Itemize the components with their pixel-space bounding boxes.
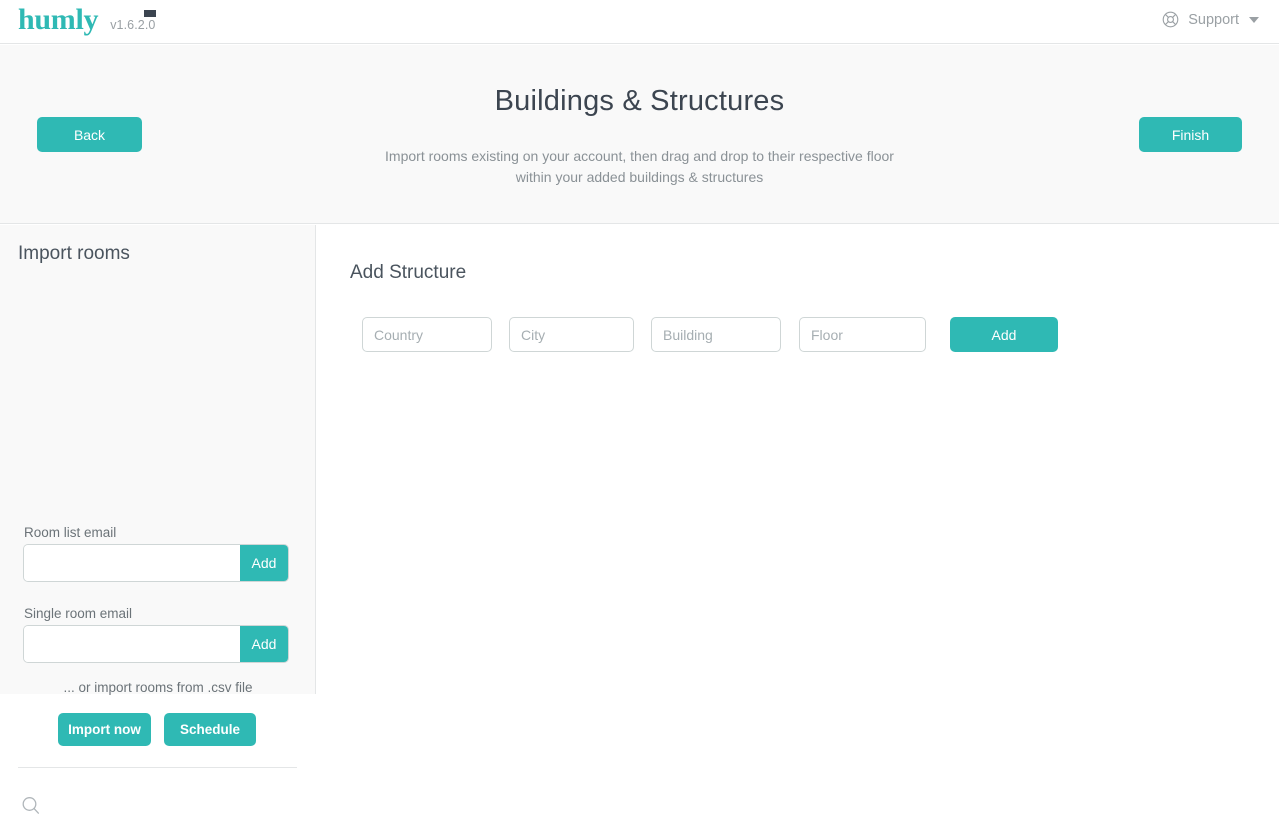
lifebuoy-icon	[1161, 10, 1180, 29]
support-label: Support	[1188, 11, 1239, 28]
add-structure-button[interactable]: Add	[950, 317, 1058, 352]
page-header-band: Back Buildings & Structures Import rooms…	[0, 45, 1279, 224]
single-room-email-group: Add	[24, 626, 288, 662]
page-subtitle: Import rooms existing on your account, t…	[0, 146, 1279, 188]
main-content: Add Structure Add	[317, 225, 1279, 694]
sidebar-title: Import rooms	[18, 243, 130, 264]
sidebar-divider	[18, 767, 297, 768]
page-title: Buildings & Structures	[494, 85, 785, 117]
single-room-email-input[interactable]	[24, 626, 240, 662]
logo-text: humly	[18, 3, 99, 36]
csv-import-note: ... or import rooms from .csv file	[63, 680, 253, 695]
room-list-email-label: Room list email	[24, 525, 117, 540]
support-menu[interactable]: Support	[1161, 10, 1259, 29]
finish-button[interactable]: Finish	[1139, 117, 1242, 152]
building-input[interactable]	[651, 317, 781, 352]
import-now-button[interactable]: Import now	[58, 713, 151, 746]
country-input[interactable]	[362, 317, 492, 352]
search-icon[interactable]	[20, 795, 42, 817]
add-structure-form: Add	[362, 317, 1058, 352]
top-bar: humly v1.6.2.0 Support	[0, 0, 1279, 44]
page-subtitle-line-2: within your added buildings & structures	[515, 169, 764, 185]
single-room-email-label: Single room email	[24, 606, 133, 621]
chevron-down-icon	[1249, 16, 1259, 23]
brand-logo[interactable]: humly v1.6.2.0	[18, 3, 157, 36]
floor-input[interactable]	[799, 317, 926, 352]
add-structure-title: Add Structure	[350, 262, 467, 283]
single-room-add-button[interactable]: Add	[240, 626, 288, 662]
version-label: v1.6.2.0	[110, 18, 156, 32]
schedule-button[interactable]: Schedule	[164, 713, 256, 746]
logo-accent-mark	[144, 10, 157, 17]
import-rooms-sidebar: Import rooms Room list email Add Single …	[0, 225, 316, 814]
page-subtitle-line-1: Import rooms existing on your account, t…	[385, 148, 894, 164]
room-list-email-group: Add	[24, 545, 288, 581]
room-list-email-input[interactable]	[24, 545, 240, 581]
room-list-add-button[interactable]: Add	[240, 545, 288, 581]
city-input[interactable]	[509, 317, 634, 352]
